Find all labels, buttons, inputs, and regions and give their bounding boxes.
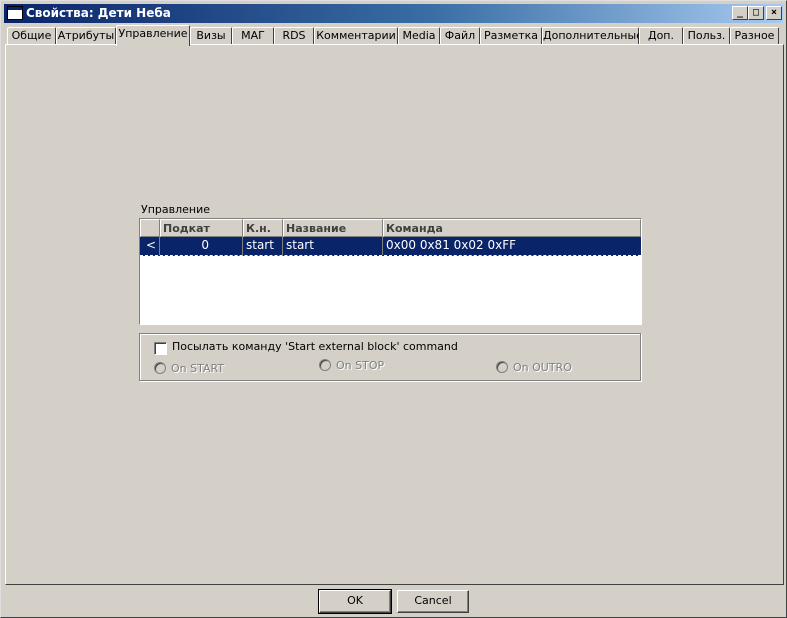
control-group-label: Управление [141, 203, 211, 216]
tab-media[interactable]: Media [398, 27, 440, 45]
column-header-command[interactable]: Команда [383, 219, 641, 237]
radio-on-start-label[interactable]: On START [171, 362, 224, 375]
control-table[interactable]: Подкат К.н. Название Команда < 0 start s… [139, 218, 642, 325]
send-command-checkbox[interactable] [154, 342, 167, 355]
maximize-button[interactable]: □ [748, 6, 764, 20]
tab-control[interactable]: Управление [116, 25, 190, 46]
tab-comments[interactable]: Комментарии [314, 27, 398, 45]
send-command-label[interactable]: Посылать команду 'Start external block' … [172, 340, 458, 353]
row-marker: < [140, 237, 160, 255]
radio-on-start[interactable] [154, 362, 166, 374]
column-header-kn[interactable]: К.н. [243, 219, 283, 237]
tab-general[interactable]: Общие [7, 27, 56, 45]
cell-name: start [283, 237, 383, 255]
ok-button[interactable]: OK [318, 589, 392, 614]
column-header-name[interactable]: Название [283, 219, 383, 237]
radio-on-stop-label[interactable]: On STOP [336, 359, 384, 372]
close-button[interactable]: × [766, 6, 782, 20]
tab-file[interactable]: Файл [440, 27, 480, 45]
tab-rds[interactable]: RDS [274, 27, 314, 45]
tab-mag[interactable]: МАГ [232, 27, 274, 45]
cell-command: 0x00 0x81 0x02 0xFF [386, 238, 517, 252]
title-bar[interactable]: Свойства: Дети Неба _ □ × [4, 4, 783, 23]
tab-misc[interactable]: Разное [730, 27, 779, 45]
tab-strip: Общие Атрибуты Управление Визы МАГ RDS К… [5, 25, 784, 46]
minimize-button[interactable]: _ [732, 6, 748, 20]
table-row[interactable]: < 0 start start 0x00 0x81 0x02 0xFF [140, 237, 641, 256]
tab-markup[interactable]: Разметка [480, 27, 542, 45]
radio-on-outro[interactable] [496, 361, 508, 373]
tab-user[interactable]: Польз. [683, 27, 730, 45]
column-header-subcat[interactable]: Подкат [160, 219, 243, 237]
table-header: Подкат К.н. Название Команда [140, 219, 641, 237]
tab-attributes[interactable]: Атрибуты [56, 27, 116, 45]
radio-on-stop[interactable] [319, 359, 331, 371]
external-block-options: Посылать команду 'Start external block' … [139, 333, 641, 381]
properties-window: Свойства: Дети Неба _ □ × Общие Атрибуты… [0, 0, 787, 618]
tab-visas[interactable]: Визы [190, 27, 232, 45]
cell-subcat: 0 [160, 237, 243, 255]
window-icon [7, 6, 23, 20]
tab-additional[interactable]: Дополнительные [542, 27, 643, 45]
radio-on-outro-label[interactable]: On OUTRO [513, 361, 572, 374]
cancel-button[interactable]: Cancel [397, 590, 469, 613]
tab-extra[interactable]: Доп. [639, 27, 683, 45]
window-title: Свойства: Дети Неба [26, 6, 171, 20]
cell-kn: start [243, 237, 283, 255]
column-header-marker[interactable] [140, 219, 160, 237]
